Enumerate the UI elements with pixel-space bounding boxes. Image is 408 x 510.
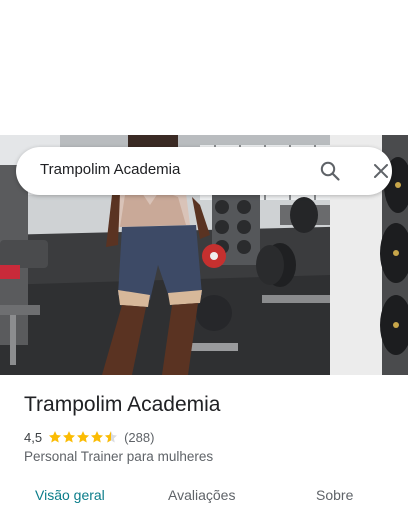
tab-about[interactable]: Sobre	[316, 487, 353, 503]
tab-reviews[interactable]: Avaliações	[168, 487, 235, 503]
star-rating	[48, 430, 118, 444]
search-query[interactable]: Trampolim Academia	[40, 161, 180, 178]
close-icon[interactable]	[369, 159, 393, 183]
star-icon	[91, 431, 104, 443]
search-icon[interactable]	[318, 159, 342, 183]
place-category[interactable]: Personal Trainer para mulheres	[24, 449, 213, 464]
tab-overview[interactable]: Visão geral	[35, 487, 105, 503]
tab-bar: Visão geral Avaliações Sobre	[0, 476, 408, 510]
star-icon	[63, 431, 76, 443]
half-star-icon	[105, 431, 118, 443]
search-bar[interactable]: Trampolim Academia	[16, 147, 392, 195]
place-title: Trampolim Academia	[24, 393, 221, 416]
rating-row[interactable]: 4,5 (288)	[24, 428, 154, 446]
star-icon	[77, 431, 90, 443]
review-count[interactable]: (288)	[124, 430, 154, 445]
rating-value: 4,5	[24, 429, 43, 445]
star-icon	[49, 431, 62, 443]
map-blank-area	[0, 0, 408, 135]
